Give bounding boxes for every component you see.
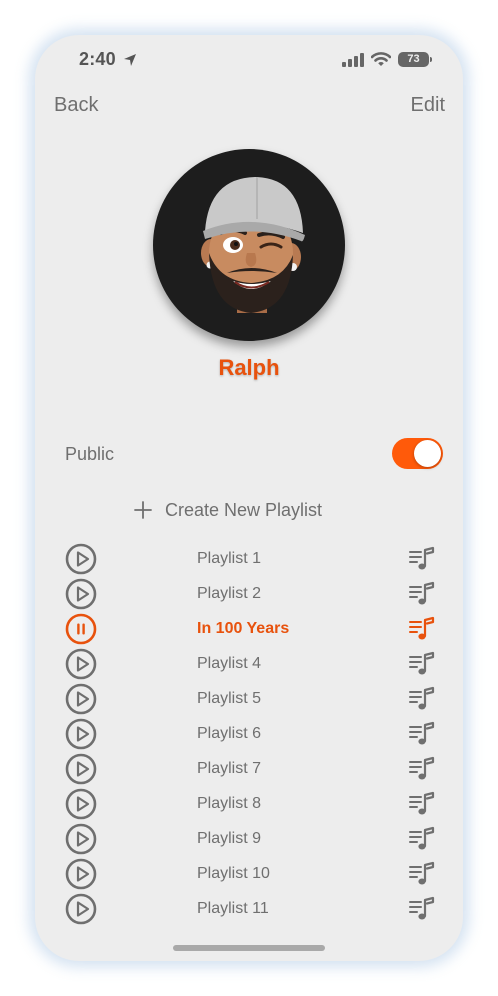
playlist-queue-icon: [409, 686, 435, 710]
playlist-title: Playlist 1: [197, 550, 262, 567]
playlist-title: Playlist 9: [197, 830, 262, 847]
playlist-row[interactable]: Playlist 7: [35, 751, 463, 786]
create-playlist-button[interactable]: Create New Playlist: [133, 497, 322, 523]
playlist-row[interactable]: Playlist 4: [35, 646, 463, 681]
location-arrow-icon: [124, 54, 136, 66]
pause-circle-icon: [65, 613, 97, 645]
playlist-title: Playlist 11: [197, 900, 269, 917]
playlist-list: Playlist 1 Playlist 2 In 100 Years Playlist…: [35, 541, 463, 926]
playlist-queue-button[interactable]: [409, 546, 435, 572]
play-circle-icon: [65, 543, 97, 575]
create-playlist-label: Create New Playlist: [165, 499, 323, 520]
playlist-queue-button[interactable]: [409, 896, 435, 922]
playlist-queue-button[interactable]: [409, 581, 435, 607]
public-label: Public: [65, 444, 115, 464]
playlist-title: Playlist 5: [197, 690, 262, 707]
playlist-queue-button[interactable]: [409, 686, 435, 712]
playlist-title: Playlist 10: [197, 865, 270, 882]
memoji-avatar-image: [201, 177, 305, 313]
playlist-row[interactable]: Playlist 10: [35, 856, 463, 891]
play-button[interactable]: [65, 788, 97, 820]
playlist-queue-button[interactable]: [409, 651, 435, 677]
play-button[interactable]: [65, 823, 97, 855]
playlist-queue-icon: [409, 546, 435, 570]
public-toggle[interactable]: [392, 438, 443, 469]
cellular-signal-icon: [342, 53, 364, 67]
playlist-row[interactable]: Playlist 11: [35, 891, 463, 926]
play-circle-icon: [65, 683, 97, 715]
playlist-queue-button[interactable]: [409, 791, 435, 817]
play-circle-icon: [65, 858, 97, 890]
playlist-title: In 100 Years: [197, 620, 290, 637]
play-button[interactable]: [65, 753, 97, 785]
toggle-knob: [414, 440, 441, 467]
playlist-queue-icon: [409, 581, 435, 605]
playlist-queue-button[interactable]: [409, 826, 435, 852]
play-circle-icon: [65, 718, 97, 750]
play-button[interactable]: [65, 543, 97, 575]
playlist-row[interactable]: Playlist 9: [35, 821, 463, 856]
playlist-queue-button[interactable]: [409, 721, 435, 747]
playlist-title: Playlist 2: [197, 585, 262, 602]
play-button[interactable]: [65, 648, 97, 680]
playlist-queue-button[interactable]: [409, 861, 435, 887]
playlist-queue-icon: [409, 826, 435, 850]
playlist-title: Playlist 6: [197, 725, 262, 742]
playlist-queue-icon: [409, 616, 435, 640]
profile-avatar[interactable]: [153, 149, 345, 341]
battery-cap: [430, 57, 432, 62]
battery-indicator: 73: [398, 52, 429, 67]
playlist-queue-icon: [409, 721, 435, 745]
playlist-row[interactable]: Playlist 8: [35, 786, 463, 821]
edit-button[interactable]: Edit: [411, 94, 445, 117]
play-button[interactable]: [65, 578, 97, 610]
playlist-row[interactable]: Playlist 2: [35, 576, 463, 611]
playlist-title: Playlist 8: [197, 795, 262, 812]
back-button[interactable]: Back: [54, 94, 98, 117]
playlist-row[interactable]: Playlist 1: [35, 541, 463, 576]
play-button[interactable]: [65, 893, 97, 925]
profile-name: Ralph: [218, 355, 280, 380]
playlist-queue-icon: [409, 896, 435, 920]
playlist-queue-icon: [409, 651, 435, 675]
play-button[interactable]: [65, 683, 97, 715]
play-button[interactable]: [65, 718, 97, 750]
playlist-queue-button[interactable]: [409, 756, 435, 782]
status-time: 2:40: [79, 49, 116, 69]
home-indicator[interactable]: [173, 945, 325, 951]
playlist-queue-icon: [409, 861, 435, 885]
play-circle-icon: [65, 753, 97, 785]
wifi-icon: [371, 52, 391, 66]
play-circle-icon: [65, 648, 97, 680]
plus-icon: [134, 501, 152, 519]
playlist-title: Playlist 7: [197, 760, 262, 777]
playlist-row[interactable]: Playlist 6: [35, 716, 463, 751]
playlist-queue-icon: [409, 756, 435, 780]
playlist-row[interactable]: Playlist 5: [35, 681, 463, 716]
playlist-row[interactable]: In 100 Years: [35, 611, 463, 646]
playlist-title: Playlist 4: [197, 655, 262, 672]
play-circle-icon: [65, 578, 97, 610]
play-circle-icon: [65, 823, 97, 855]
pause-button[interactable]: [65, 613, 97, 645]
playlist-queue-button[interactable]: [409, 616, 435, 642]
phone-screen: 2:40 73 Back Edit Ralph Public Create Ne…: [35, 35, 463, 961]
playlist-queue-icon: [409, 791, 435, 815]
play-circle-icon: [65, 788, 97, 820]
play-button[interactable]: [65, 858, 97, 890]
play-circle-icon: [65, 893, 97, 925]
